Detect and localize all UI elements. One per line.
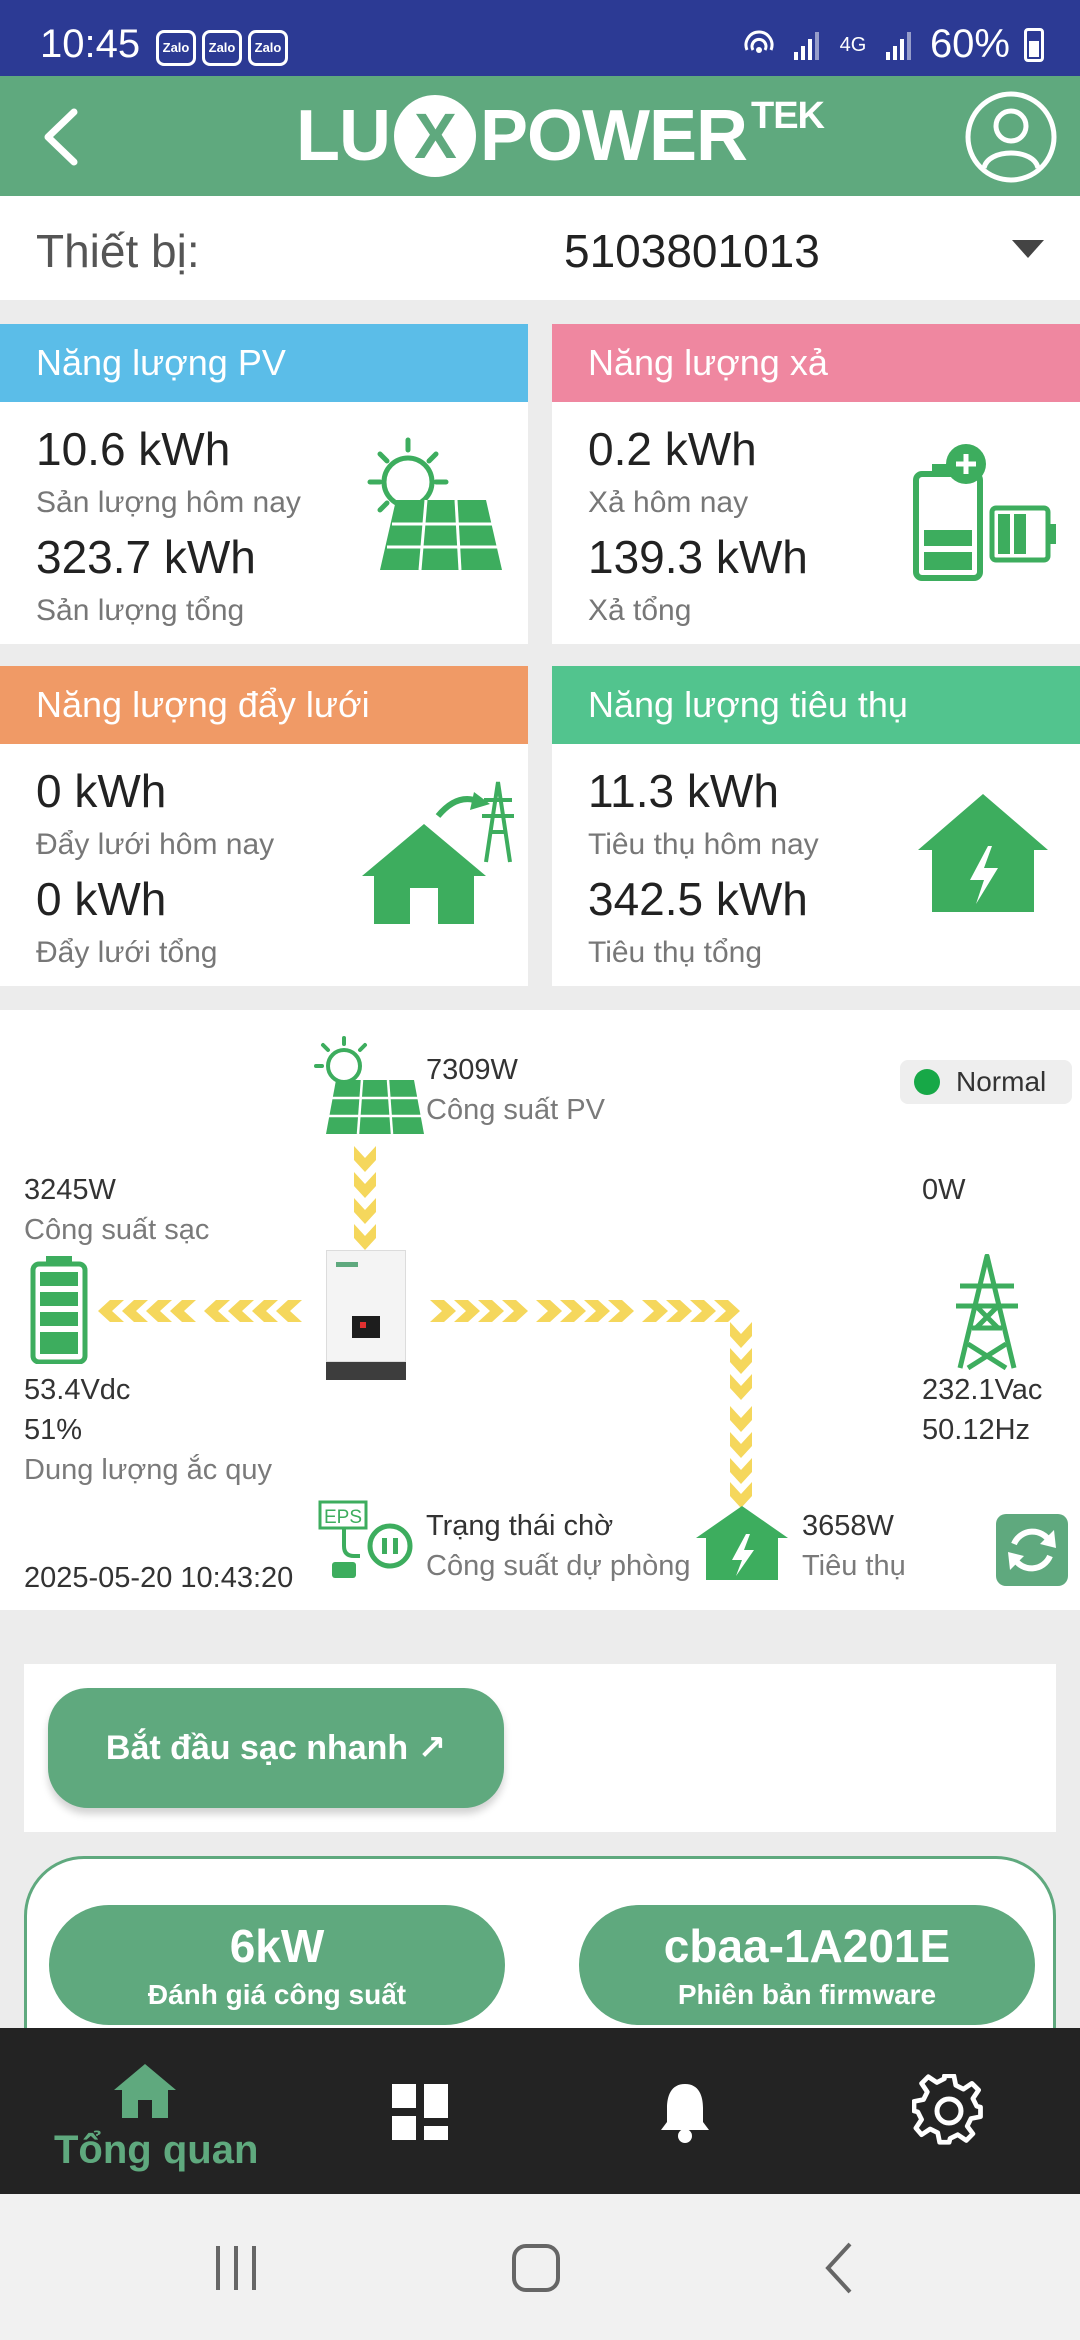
battery-soc: 51% (24, 1414, 83, 1446)
eps-label: Công suất dự phòng (426, 1550, 691, 1582)
consumption-card[interactable]: Năng lượng tiêu thụ 11.3 kWh Tiêu thụ hô… (552, 666, 1080, 986)
status-badge: Normal (900, 1060, 1072, 1104)
grid-voltage: 232.1Vac (922, 1374, 1043, 1406)
load-flow-arrow-vertical (730, 1322, 752, 1508)
zalo-notification-icon: Zalo (202, 30, 242, 66)
discharge-today-value: 0.2 kWh (588, 423, 757, 475)
discharge-total-value: 139.3 kWh (588, 531, 808, 583)
system-navigation-bar (0, 2194, 1080, 2340)
house-grid-icon (362, 781, 514, 924)
pv-flow-arrow (354, 1146, 376, 1250)
fast-charge-button[interactable]: Bắt đầu sạc nhanh ↗ (48, 1688, 504, 1808)
discharge-total-label: Xả tổng (588, 594, 692, 627)
pv-energy-card[interactable]: Năng lượng PV 10.6 kWh Sản lượng hôm nay… (0, 324, 528, 644)
consumption-today-label: Tiêu thụ hôm nay (588, 828, 819, 861)
card-title: Năng lượng tiêu thụ (552, 666, 1080, 744)
firmware-label: Phiên bản firmware (677, 1979, 937, 2010)
grid-power-value: 0W (922, 1174, 966, 1206)
power-rating-value: 6kW (229, 1920, 325, 1972)
refresh-icon[interactable] (996, 1514, 1068, 1586)
grid-today-label: Đẩy lưới hôm nay (36, 828, 275, 861)
pv-today-label: Sản lượng hôm nay (36, 486, 301, 519)
svg-text:EPS: EPS (324, 1507, 362, 1528)
gear-icon (912, 2074, 983, 2145)
charge-power-value: 3245W (24, 1174, 116, 1206)
solar-panel-icon (314, 1036, 424, 1134)
tab-notifications[interactable] (550, 2028, 820, 2194)
eps-status: Trạng thái chờ (426, 1510, 614, 1542)
fast-charge-panel: Bắt đầu sạc nhanh ↗ (24, 1664, 1056, 1832)
charge-flow-arrow (98, 1300, 302, 1322)
zalo-notification-icon: Zalo (248, 30, 288, 66)
home-button-icon[interactable] (506, 2238, 566, 2298)
grid-tower-icon (956, 1254, 1018, 1370)
card-title: Năng lượng xả (552, 324, 1080, 402)
energy-flow-diagram: Normal 7309W Công suất PV 3245W Công suấ… (0, 1010, 1080, 1610)
solar-panel-icon (367, 437, 502, 571)
device-serial[interactable]: 5103801013 (564, 224, 820, 278)
clock: 10:45 (40, 22, 141, 66)
status-bar: 10:45 Zalo Zalo Zalo 4G 60% (0, 0, 1080, 76)
tab-overview-label: Tổng quan (54, 2128, 259, 2172)
tab-overview[interactable]: Tổng quan (10, 2028, 280, 2194)
battery-discharge-icon (913, 444, 1056, 581)
charge-power-label: Công suất sạc (24, 1214, 210, 1246)
status-dot (914, 1069, 940, 1095)
device-selector[interactable]: Thiết bị: 5103801013 (0, 196, 1080, 300)
battery-capacity-label: Dung lượng ắc quy (24, 1454, 273, 1486)
consumption-total-label: Tiêu thụ tổng (588, 936, 763, 969)
pv-total-value: 323.7 kWh (36, 531, 256, 583)
app-bar: LU X POWER TEK (0, 76, 1080, 196)
grid-frequency: 50.12Hz (922, 1414, 1031, 1446)
consumption-total-value: 342.5 kWh (588, 873, 808, 925)
back-arrow-icon[interactable] (30, 102, 100, 172)
signal-icon (793, 31, 819, 60)
hotspot-icon (744, 30, 774, 53)
consumption-today-value: 11.3 kWh (588, 765, 779, 817)
inverter-icon (326, 1250, 406, 1380)
pv-power-label: Công suất PV (426, 1094, 605, 1126)
tab-settings[interactable] (814, 2028, 1080, 2194)
battery-percent: 60% (929, 22, 1010, 66)
discharge-today-label: Xả hôm nay (588, 486, 749, 519)
battery-icon (1024, 27, 1044, 62)
card-title: Năng lượng PV (0, 324, 528, 402)
house-load-icon (918, 794, 1048, 912)
tab-dashboard[interactable] (285, 2028, 555, 2194)
bottom-navigation: Tổng quan (0, 2028, 1080, 2194)
load-flow-arrow (430, 1300, 740, 1322)
device-label: Thiết bị: (36, 225, 200, 277)
profile-icon[interactable] (964, 90, 1058, 184)
grid-total-value: 0 kWh (36, 873, 167, 925)
update-timestamp: 2025-05-20 10:43:20 (24, 1562, 294, 1594)
load-power-value: 3658W (802, 1510, 894, 1542)
eps-icon: EPS (318, 1500, 413, 1578)
signal-icon (885, 31, 911, 60)
zalo-notification-icon: Zalo (156, 30, 196, 66)
chevron-down-icon[interactable] (1012, 240, 1044, 258)
load-label: Tiêu thụ (802, 1550, 906, 1582)
recent-apps-icon[interactable] (206, 2238, 266, 2298)
firmware-pill: cbaa-1A201E Phiên bản firmware (579, 1905, 1035, 2025)
app-logo: LU X POWER TEK (296, 94, 825, 177)
pv-total-label: Sản lượng tổng (36, 594, 245, 627)
battery-icon (30, 1256, 88, 1364)
grid-today-value: 0 kWh (36, 765, 167, 817)
pv-power-value: 7309W (426, 1054, 518, 1086)
home-icon (114, 2064, 176, 2118)
grid-total-label: Đẩy lưới tổng (36, 936, 218, 969)
discharge-energy-card[interactable]: Năng lượng xả 0.2 kWh Xả hôm nay 139.3 k… (552, 324, 1080, 644)
power-rating-label: Đánh giá công suất (147, 1979, 407, 2010)
grid-export-card[interactable]: Năng lượng đẩy lưới 0 kWh Đẩy lưới hôm n… (0, 666, 528, 986)
network-type: 4G (839, 33, 867, 56)
back-icon[interactable] (810, 2238, 870, 2298)
pv-today-value: 10.6 kWh (36, 423, 231, 475)
power-rating-pill: 6kW Đánh giá công suất (49, 1905, 505, 2025)
firmware-value: cbaa-1A201E (663, 1920, 951, 1972)
card-title: Năng lượng đẩy lưới (0, 666, 528, 744)
house-load-icon (696, 1506, 788, 1580)
battery-voltage: 53.4Vdc (24, 1374, 131, 1406)
dashboard-icon (392, 2084, 448, 2140)
bell-icon (661, 2084, 709, 2143)
